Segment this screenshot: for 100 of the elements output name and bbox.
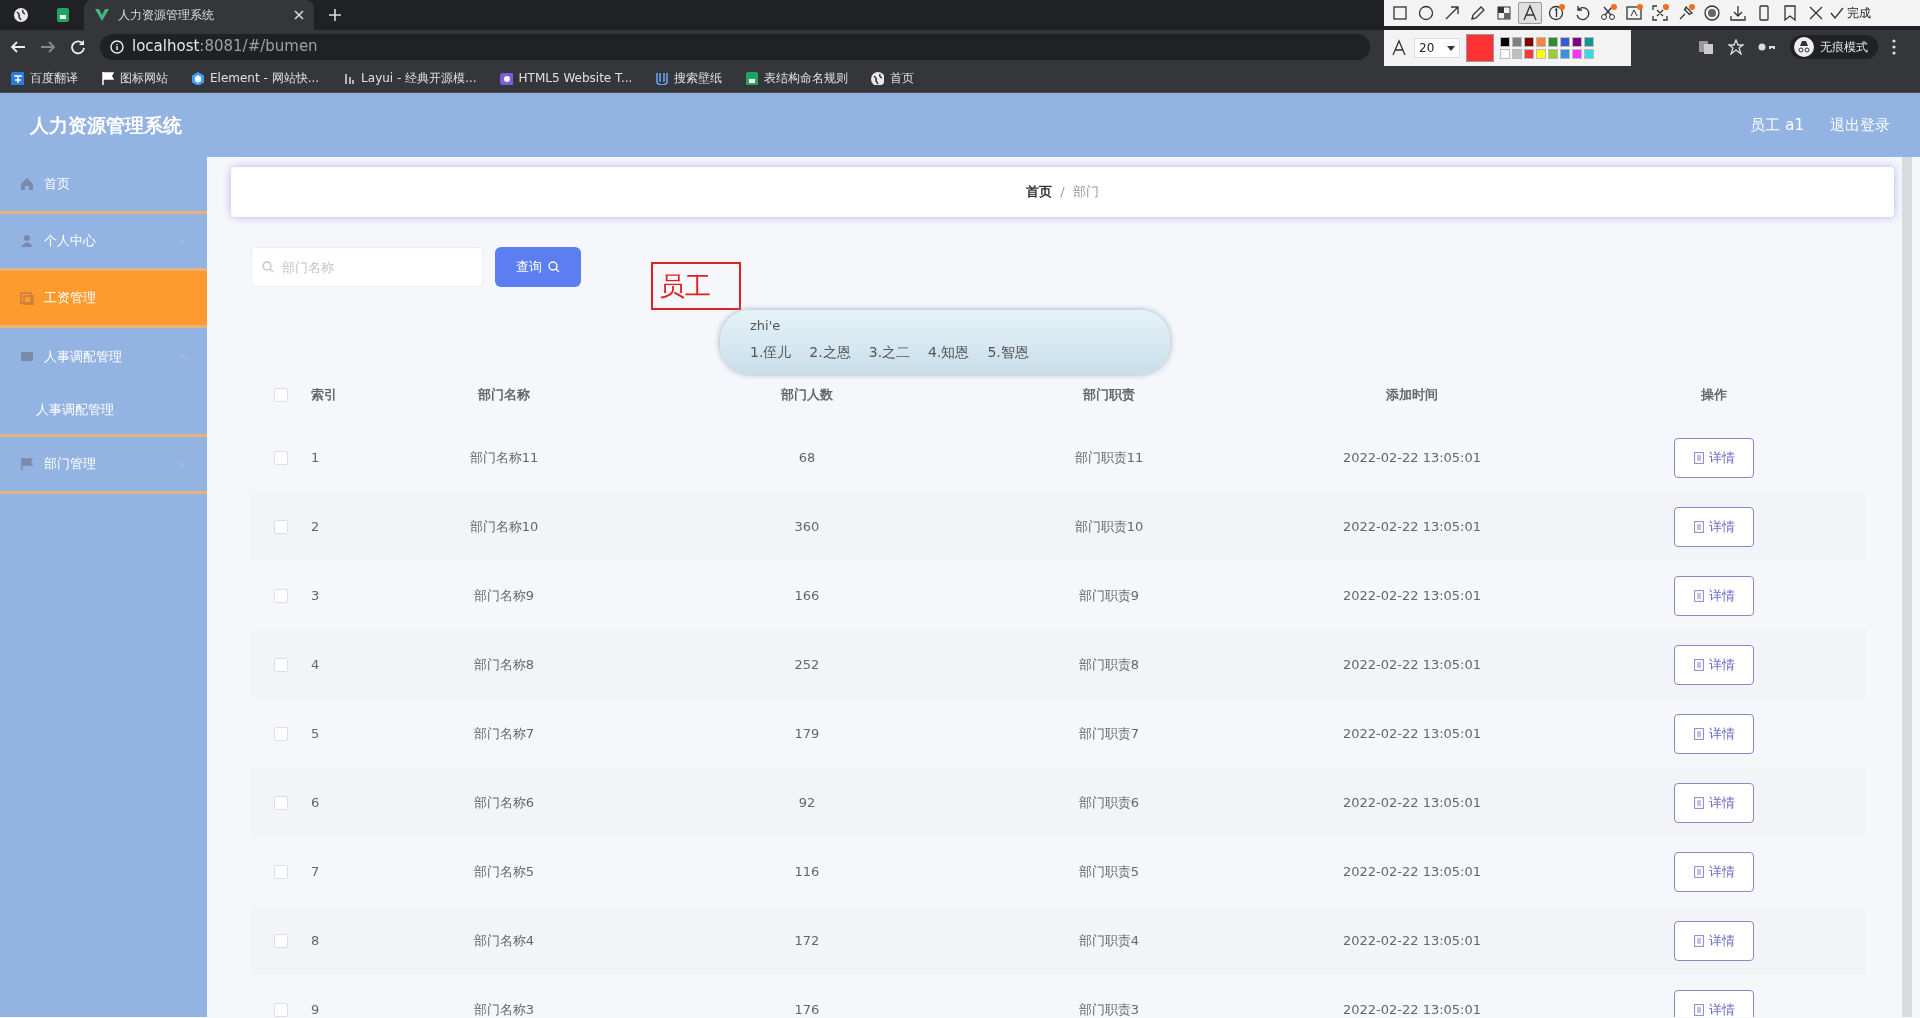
person-icon — [20, 234, 34, 248]
table-cell-text: 部门职责5 — [1078, 862, 1140, 881]
checkbox[interactable] — [274, 864, 288, 879]
browser-tab[interactable]: 人力资源管理系统 — [84, 0, 314, 30]
color-swatch[interactable] — [1560, 37, 1570, 47]
bookmark[interactable]: 表结构命名规则 — [744, 68, 849, 87]
ime-candidate[interactable]: 4.知恩 — [928, 341, 970, 363]
star-icon[interactable] — [1728, 38, 1744, 55]
ime-candidate[interactable]: 3.之二 — [868, 341, 911, 363]
color-swatch[interactable] — [1584, 49, 1594, 59]
pencil-icon[interactable] — [1469, 4, 1487, 22]
table-cell-text: 68 — [798, 448, 816, 467]
color-swatch[interactable] — [1500, 49, 1510, 59]
color-swatch[interactable] — [1524, 37, 1534, 47]
done-button[interactable]: 完成 — [1830, 4, 1871, 22]
ime-candidate[interactable]: 2.之恩 — [809, 341, 851, 363]
checkbox[interactable] — [274, 657, 288, 672]
table-cell-text: 166 — [794, 586, 820, 605]
sheet-icon[interactable] — [55, 7, 71, 23]
color-swatch[interactable] — [1548, 49, 1558, 59]
details-button[interactable]: 详情 — [1674, 713, 1754, 754]
current-color-swatch[interactable] — [1466, 34, 1494, 62]
breadcrumb-item[interactable]: 首页 — [1026, 182, 1053, 202]
column-header: 操作 — [1700, 386, 1728, 405]
bookmark[interactable]: HTML5 Website T... — [498, 68, 633, 87]
table-cell-text: 部门职责10 — [1074, 517, 1144, 536]
reload-icon[interactable] — [70, 38, 86, 55]
pin-icon[interactable] — [1677, 4, 1695, 22]
font-size-select[interactable]: 20 — [1414, 38, 1460, 58]
more-icon[interactable] — [1892, 38, 1896, 55]
table-cell-text: 8 — [311, 931, 320, 950]
text-scan-icon[interactable] — [1625, 4, 1643, 22]
pinyin-text: zhi'e — [750, 317, 782, 335]
scissors-icon[interactable] — [1599, 4, 1617, 22]
details-button[interactable]: 详情 — [1674, 437, 1754, 478]
color-swatch[interactable] — [1572, 37, 1582, 47]
mosaic-icon[interactable] — [1495, 4, 1513, 22]
close-icon[interactable] — [294, 10, 304, 20]
bookmark[interactable]: 图标网站 — [100, 68, 168, 87]
address-bar[interactable]: localhost:8081/#/bumen — [100, 33, 1370, 60]
frame-icon[interactable] — [1651, 4, 1669, 22]
checkbox[interactable] — [274, 726, 288, 741]
checkbox[interactable] — [274, 388, 288, 402]
numbered-circle-icon[interactable] — [1547, 4, 1565, 22]
details-button[interactable]: 详情 — [1674, 989, 1754, 1017]
color-swatch[interactable] — [1512, 37, 1522, 47]
table-cell-text: 部门名称7 — [473, 724, 535, 743]
checkbox[interactable] — [274, 519, 288, 534]
details-button[interactable]: 详情 — [1674, 644, 1754, 685]
details-button[interactable]: 详情 — [1674, 920, 1754, 961]
globe-icon[interactable] — [13, 7, 29, 23]
checkbox[interactable] — [274, 1002, 288, 1017]
table-cell-text: 3 — [311, 586, 320, 605]
flag-icon — [20, 457, 34, 471]
ime-candidate[interactable]: 5.智恩 — [987, 341, 1029, 363]
bookmark[interactable]: 搜索壁纸 — [654, 68, 723, 87]
circle-icon[interactable] — [1417, 4, 1435, 22]
incognito-profile[interactable]: 无痕模式 — [1790, 34, 1878, 59]
arrow-icon[interactable] — [1443, 4, 1461, 22]
table-cell-text: 部门名称4 — [473, 931, 535, 950]
checkbox[interactable] — [274, 933, 288, 948]
new-tab-icon[interactable] — [328, 8, 342, 22]
forward-icon[interactable] — [40, 38, 56, 55]
color-swatch[interactable] — [1500, 37, 1510, 47]
info-icon — [110, 39, 124, 54]
color-swatch[interactable] — [1512, 49, 1522, 59]
bookmark[interactable]: 百度翻译 — [10, 68, 78, 87]
record-icon[interactable] — [1703, 4, 1721, 22]
bookmark-icon[interactable] — [1781, 4, 1799, 22]
color-swatch[interactable] — [1536, 37, 1546, 47]
bookmark[interactable]: 首页 — [870, 68, 915, 87]
checkbox[interactable] — [274, 450, 288, 465]
text-icon[interactable] — [1521, 4, 1539, 22]
bookmark[interactable]: Layui - 经典开源模... — [341, 68, 477, 87]
square-icon[interactable] — [1391, 4, 1409, 22]
details-button[interactable]: 详情 — [1674, 851, 1754, 892]
color-swatch[interactable] — [1584, 37, 1594, 47]
back-icon[interactable] — [10, 38, 26, 55]
color-swatch[interactable] — [1572, 49, 1582, 59]
color-swatch[interactable] — [1548, 37, 1558, 47]
annotation-text: 员工 — [651, 262, 741, 310]
translate-page-icon[interactable] — [1698, 38, 1714, 55]
details-button[interactable]: 详情 — [1674, 782, 1754, 823]
color-swatch[interactable] — [1524, 49, 1534, 59]
checkbox[interactable] — [274, 588, 288, 603]
color-swatch[interactable] — [1560, 49, 1570, 59]
details-button[interactable]: 详情 — [1674, 575, 1754, 616]
table-cell-text: 部门名称8 — [473, 655, 535, 674]
table-cell-text: 2022-02-22 13:05:01 — [1342, 517, 1482, 536]
close-icon[interactable] — [1807, 4, 1825, 22]
checkbox[interactable] — [274, 795, 288, 810]
monitor-icon — [20, 349, 34, 364]
table-cell-text: 2022-02-22 13:05:01 — [1342, 586, 1482, 605]
download-icon[interactable] — [1729, 4, 1747, 22]
details-button[interactable]: 详情 — [1674, 506, 1754, 547]
search-button[interactable]: 查询 — [495, 247, 581, 287]
bookmark[interactable]: Element - 网站快... — [190, 68, 320, 87]
color-swatch[interactable] — [1536, 49, 1546, 59]
caret-icon — [1447, 45, 1455, 51]
ime-candidate[interactable]: 1.侄儿 — [750, 341, 792, 363]
